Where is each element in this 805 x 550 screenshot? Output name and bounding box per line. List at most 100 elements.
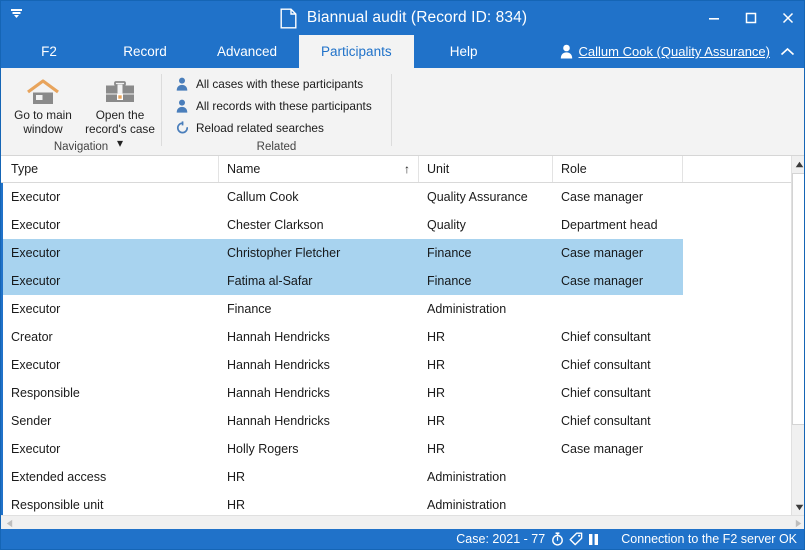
table-row[interactable]: SenderHannah HendricksHRChief consultant <box>1 407 791 435</box>
document-icon <box>280 8 297 29</box>
tab-participants[interactable]: Participants <box>299 35 414 68</box>
ribbon-group-label: Related <box>162 141 391 153</box>
chevron-up-icon[interactable] <box>774 35 800 68</box>
table-row[interactable]: ExecutorHannah HendricksHRChief consulta… <box>1 351 791 379</box>
cell-unit: HR <box>419 379 553 407</box>
column-label: Type <box>11 162 38 176</box>
cell-role: Case manager <box>553 267 683 295</box>
cell-unit: Administration <box>419 295 553 323</box>
tab-help[interactable]: Help <box>414 35 514 68</box>
pause-icon[interactable] <box>588 533 599 546</box>
cell-role: Case manager <box>553 183 683 211</box>
vertical-scrollbar[interactable] <box>791 156 805 515</box>
person-icon <box>175 77 189 92</box>
cell-role: Case manager <box>553 239 683 267</box>
grid-header-row: Type Name ↑ Unit Role <box>1 156 791 183</box>
table-row[interactable]: ExecutorFatima al-SafarFinanceCase manag… <box>1 267 683 295</box>
all-records-with-these-participants-button[interactable]: All records with these participants <box>170 96 377 116</box>
column-label: Unit <box>427 162 449 176</box>
table-row[interactable]: ExecutorFinanceAdministration <box>1 295 791 323</box>
go-to-main-window-button[interactable]: Go to main window <box>4 72 82 136</box>
cell-role <box>553 463 683 491</box>
table-row[interactable]: ResponsibleHannah HendricksHRChief consu… <box>1 379 791 407</box>
ribbon: Go to main window Open the record's case… <box>1 68 805 156</box>
tab-f2[interactable]: F2 <box>1 35 95 68</box>
f2-record-window: Biannual audit (Record ID: 834) F2 Recor… <box>0 0 805 550</box>
triangle-down-icon[interactable] <box>792 499 805 515</box>
tab-advanced[interactable]: Advanced <box>195 35 299 68</box>
cell-type: Sender <box>3 407 219 435</box>
cell-unit: Administration <box>419 491 553 515</box>
cell-unit: Quality Assurance <box>419 183 553 211</box>
cell-type: Executor <box>3 295 219 323</box>
cell-role: Chief consultant <box>553 323 683 351</box>
cell-unit: HR <box>419 407 553 435</box>
cell-name: Chester Clarkson <box>219 211 419 239</box>
participants-grid: Type Name ↑ Unit Role ExecutorCallum Coo… <box>1 156 805 531</box>
table-row[interactable]: ExecutorCallum CookQuality AssuranceCase… <box>1 183 791 211</box>
item-label: All cases with these participants <box>196 77 363 91</box>
cell-role: Chief consultant <box>553 407 683 435</box>
cell-name: Fatima al-Safar <box>219 267 419 295</box>
column-header-name[interactable]: Name ↑ <box>219 156 419 182</box>
cell-type: Executor <box>3 211 219 239</box>
cell-name: Hannah Hendricks <box>219 407 419 435</box>
close-button[interactable] <box>769 1 805 35</box>
minimize-button[interactable] <box>695 1 732 35</box>
open-records-case-button[interactable]: Open the record's case ▾ <box>81 72 159 150</box>
cell-unit: HR <box>419 351 553 379</box>
person-icon <box>175 99 189 114</box>
stopwatch-icon[interactable] <box>551 532 564 546</box>
status-icons <box>551 532 599 546</box>
maximize-button[interactable] <box>732 1 769 35</box>
table-row[interactable]: ExecutorHolly RogersHRCase manager <box>1 435 791 463</box>
tab-record[interactable]: Record <box>95 35 195 68</box>
cell-name: Hannah Hendricks <box>219 323 419 351</box>
cell-name: Holly Rogers <box>219 435 419 463</box>
customize-quick-access-icon[interactable] <box>5 4 27 22</box>
cell-unit: Finance <box>419 239 553 267</box>
column-header-type[interactable]: Type <box>3 156 219 182</box>
cell-unit: HR <box>419 323 553 351</box>
cell-role <box>553 491 683 515</box>
reload-related-searches-button[interactable]: Reload related searches <box>170 118 329 138</box>
cell-name: Hannah Hendricks <box>219 379 419 407</box>
vertical-scrollbar-track[interactable] <box>792 425 805 499</box>
cell-name: HR <box>219 463 419 491</box>
cell-name: Finance <box>219 295 419 323</box>
user-name-link[interactable]: Callum Cook (Quality Assurance) <box>579 44 770 59</box>
table-row[interactable]: ExecutorChester ClarksonQualityDepartmen… <box>1 211 791 239</box>
table-row[interactable]: CreatorHannah HendricksHRChief consultan… <box>1 323 791 351</box>
cell-unit: Finance <box>419 267 553 295</box>
tab-label: Advanced <box>217 44 277 59</box>
current-user[interactable]: Callum Cook (Quality Assurance) <box>560 35 770 68</box>
button-label: Go to main window <box>14 108 72 136</box>
triangle-up-icon[interactable] <box>792 156 805 172</box>
title-bar: Biannual audit (Record ID: 834) <box>1 1 805 35</box>
ribbon-group-navigation: Go to main window Open the record's case… <box>1 68 161 155</box>
ribbon-group-label: Navigation <box>1 141 161 153</box>
cell-role: Chief consultant <box>553 351 683 379</box>
cell-type: Extended access <box>3 463 219 491</box>
tag-icon[interactable] <box>569 532 583 546</box>
vertical-scrollbar-thumb[interactable] <box>792 173 805 425</box>
cell-type: Executor <box>3 435 219 463</box>
table-row[interactable]: ExecutorChristopher FletcherFinanceCase … <box>1 239 683 267</box>
case-label: Case: 2021 - 77 <box>456 532 545 546</box>
column-header-blank[interactable] <box>683 156 789 182</box>
grid-body[interactable]: ExecutorCallum CookQuality AssuranceCase… <box>1 183 791 515</box>
column-header-unit[interactable]: Unit <box>419 156 553 182</box>
cell-unit: Quality <box>419 211 553 239</box>
column-header-role[interactable]: Role <box>553 156 683 182</box>
all-cases-with-these-participants-button[interactable]: All cases with these participants <box>170 74 368 94</box>
table-row[interactable]: Extended accessHRAdministration <box>1 463 791 491</box>
cell-role <box>553 295 683 323</box>
window-title-group: Biannual audit (Record ID: 834) <box>1 1 805 35</box>
item-label: All records with these participants <box>196 99 372 113</box>
ribbon-group-related: All cases with these participants All re… <box>162 68 391 155</box>
table-row[interactable]: Responsible unitHRAdministration <box>1 491 791 515</box>
page-title: Biannual audit (Record ID: 834) <box>307 9 527 27</box>
ribbon-group-divider <box>391 74 392 146</box>
cell-type: Responsible unit <box>3 491 219 515</box>
cell-name: Callum Cook <box>219 183 419 211</box>
